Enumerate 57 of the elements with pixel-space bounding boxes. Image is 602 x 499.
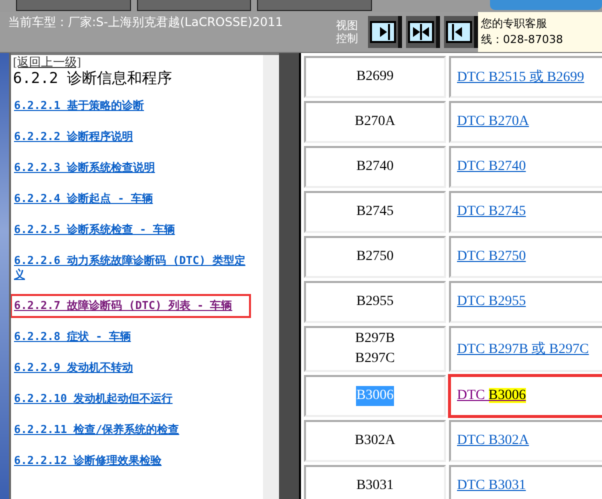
dtc-code: B270A (354, 113, 396, 131)
nav-item[interactable]: 6.2.2.9 发动机不转动 (11, 356, 253, 380)
nav-link[interactable]: 6.2.2.7 故障诊断码 (DTC) 列表 - 车辆 (14, 299, 249, 313)
scrollbar[interactable] (263, 55, 279, 499)
dtc-code: B297B (354, 330, 396, 348)
dtc-code: B2745 (355, 203, 395, 221)
nav-link[interactable]: 6.2.2.2 诊断程序说明 (14, 130, 249, 144)
section-title: 6.2.2 诊断信息和程序 (13, 69, 174, 88)
dtc-link[interactable]: DTC B270A (457, 114, 529, 129)
nav-link[interactable]: 6.2.2.9 发动机不转动 (14, 361, 249, 375)
nav-item[interactable]: 6.2.2.5 诊断系统检查 - 车辆 (11, 218, 253, 242)
nav-item[interactable]: 6.2.2.10 发动机起动但不运行 (11, 387, 253, 411)
nav-item[interactable]: 6.2.2.11 检查/保养系统的检查 (11, 418, 253, 442)
nav-item[interactable]: 6.2.2.7 故障诊断码 (DTC) 列表 - 车辆 (11, 294, 251, 318)
dtc-link[interactable]: DTC B3031 (457, 478, 526, 493)
service-text: 线：028-87038 (481, 32, 564, 48)
nav-link[interactable]: 6.2.2.3 诊断系统检查说明 (14, 161, 249, 175)
view-control-label: 视图控制 (336, 18, 359, 46)
toolbar-tab[interactable] (136, 0, 251, 11)
dtc-link[interactable]: DTC B297B 或 B297C (457, 342, 589, 357)
dtc-code: B297C (354, 350, 396, 368)
dtc-code: B2699 (355, 68, 395, 86)
dtc-code: B2740 (355, 158, 395, 176)
nav-link[interactable]: 6.2.2.12 诊断修理效果检验 (14, 454, 249, 468)
dtc-code: B2750 (355, 248, 395, 266)
dtc-code: B302A (354, 432, 396, 450)
toolbar-tab[interactable] (16, 0, 130, 11)
vehicle-label: 当前车型：厂家:S-上海别克君越(LaCROSSE)2011 (7, 14, 284, 31)
nav-item[interactable]: 6.2.2.8 症状 - 车辆 (11, 325, 253, 349)
dtc-link[interactable]: DTC B2740 (457, 159, 526, 174)
nav-item[interactable]: 6.2.2.6 动力系统故障诊断码 (DTC) 类型定义 (11, 249, 253, 287)
dtc-link[interactable]: DTC B302A (457, 433, 529, 448)
nav-item[interactable]: 6.2.2.12 诊断修理效果检验 (11, 449, 253, 473)
dtc-link[interactable]: DTC B2750 (457, 249, 526, 264)
back-link[interactable]: [返回上一级] (13, 55, 263, 69)
dtc-code: B3031 (355, 477, 395, 495)
nav-link[interactable]: 6.2.2.6 动力系统故障诊断码 (DTC) 类型定义 (14, 254, 249, 282)
dtc-link[interactable]: DTC B2955 (457, 294, 526, 309)
view-button[interactable] (444, 16, 478, 48)
nav-link[interactable]: 6.2.2.1 基于策略的诊断 (14, 99, 249, 113)
dtc-code: B2955 (355, 293, 395, 311)
service-text: 您的专职客服 (481, 16, 548, 32)
nav-link[interactable]: 6.2.2.10 发动机起动但不运行 (14, 392, 249, 406)
nav-item[interactable]: 6.2.2.4 诊断起点 - 车辆 (11, 187, 253, 211)
nav-link[interactable]: 6.2.2.8 症状 - 车辆 (14, 330, 249, 344)
view-button[interactable] (406, 16, 440, 48)
nav-link[interactable]: 6.2.2.11 检查/保养系统的检查 (14, 423, 249, 437)
nav-link[interactable]: 6.2.2.5 诊断系统检查 - 车辆 (14, 223, 249, 237)
dtc-link[interactable]: DTC B2515 或 B2699 (457, 70, 584, 85)
nav-item[interactable]: 6.2.2.2 诊断程序说明 (11, 125, 253, 149)
nav-item[interactable]: 6.2.2.1 基于策略的诊断 (11, 94, 253, 118)
toolbar-tab[interactable] (257, 0, 372, 11)
nav-item[interactable]: 6.2.2.3 诊断系统检查说明 (11, 156, 253, 180)
dtc-code: B3006 (356, 386, 394, 406)
dtc-link[interactable]: DTC B2745 (457, 204, 526, 219)
nav-link[interactable]: 6.2.2.4 诊断起点 - 车辆 (14, 192, 249, 206)
view-button[interactable] (368, 16, 402, 48)
